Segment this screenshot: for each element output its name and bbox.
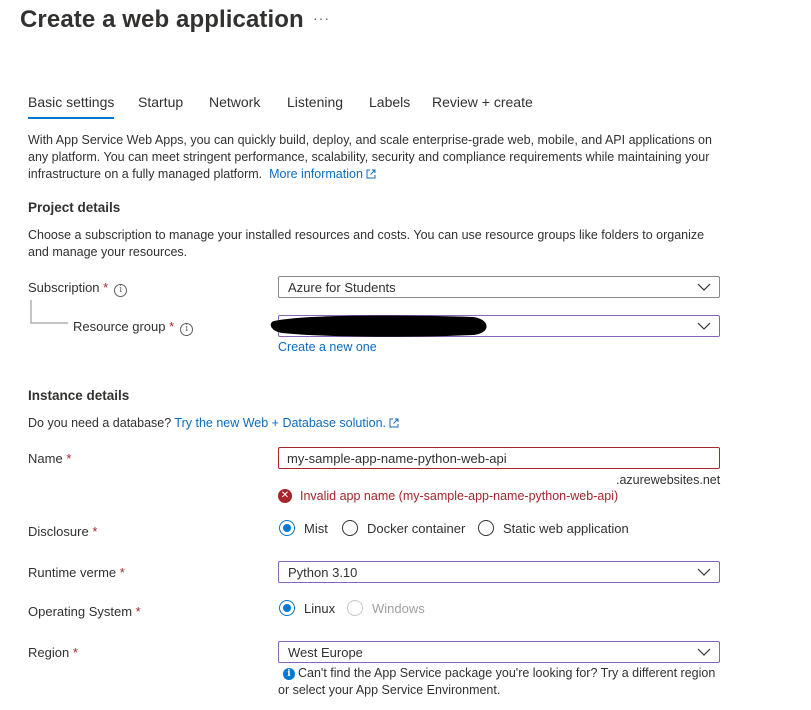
name-error-message: Invalid app name (my-sample-app-name-pyt… xyxy=(300,489,619,503)
region-label: Region * xyxy=(28,645,78,660)
resource-group-label-text: Resource group xyxy=(73,319,166,334)
required-mark: * xyxy=(72,645,78,660)
region-value: West Europe xyxy=(288,645,363,660)
app-name-input[interactable] xyxy=(287,450,707,466)
disclosure-option-label: Mist xyxy=(304,521,328,536)
runtime-label: Runtime verme * xyxy=(28,565,125,580)
os-radio-windows xyxy=(347,600,363,616)
region-note: Can't find the App Service package you'r… xyxy=(278,666,716,697)
runtime-label-text: Runtime verme xyxy=(28,565,117,580)
instance-details-heading: Instance details xyxy=(28,388,130,403)
runtime-value: Python 3.10 xyxy=(288,565,358,580)
chevron-down-icon xyxy=(697,322,711,330)
runtime-dropdown[interactable]: Python 3.10 xyxy=(278,561,720,583)
tab-startup[interactable]: Startup xyxy=(138,93,183,111)
disclosure-radio-docker[interactable] xyxy=(342,520,358,536)
subscription-dropdown[interactable]: Azure for Students xyxy=(278,276,720,298)
disclosure-label-text: Disclosure xyxy=(28,524,89,539)
web-database-label: Try the new Web + Database solution. xyxy=(174,416,386,430)
more-information-link[interactable]: More information xyxy=(269,167,376,181)
subscription-label-text: Subscription xyxy=(28,280,100,295)
info-icon[interactable]: i xyxy=(180,323,194,336)
redaction-mark xyxy=(270,315,487,337)
tab-labels[interactable]: Labels xyxy=(369,93,410,111)
name-label-text: Name xyxy=(28,451,63,466)
required-mark: * xyxy=(103,280,109,295)
tab-listening[interactable]: Listening xyxy=(287,93,343,111)
project-details-heading: Project details xyxy=(28,200,121,215)
required-mark: * xyxy=(66,451,72,466)
region-dropdown[interactable]: West Europe xyxy=(278,641,720,663)
error-icon: ✕ xyxy=(278,489,292,503)
subscription-value: Azure for Students xyxy=(288,280,396,295)
name-label: Name * xyxy=(28,451,71,466)
os-option-label: Linux xyxy=(304,601,336,616)
more-information-label: More information xyxy=(269,167,363,181)
subscription-label: Subscription * i xyxy=(28,280,128,297)
required-mark: * xyxy=(169,319,175,334)
chevron-down-icon xyxy=(697,283,711,291)
required-mark: * xyxy=(92,524,98,539)
info-icon[interactable]: i xyxy=(114,284,128,297)
project-details-description: Choose a subscription to manage your ins… xyxy=(28,228,705,259)
disclosure-label: Disclosure * xyxy=(28,524,97,539)
more-options-button[interactable]: ··· xyxy=(313,10,330,26)
external-link-icon xyxy=(389,418,399,428)
tab-basic-settings[interactable]: Basic settings xyxy=(28,93,115,119)
os-option-label: Windows xyxy=(372,601,425,616)
tab-network[interactable]: Network xyxy=(209,93,260,111)
web-database-link[interactable]: Try the new Web + Database solution. xyxy=(174,416,399,430)
external-link-icon xyxy=(366,169,376,179)
resource-group-label: Resource group * i xyxy=(73,319,194,336)
page-title: Create a web application xyxy=(20,6,304,33)
disclosure-radio-mist[interactable] xyxy=(279,520,295,536)
operating-system-label-text: Operating System xyxy=(28,604,133,619)
region-label-text: Region xyxy=(28,645,70,660)
os-radio-linux[interactable] xyxy=(279,600,295,616)
intro-description: With App Service Web Apps, you can quick… xyxy=(28,132,728,183)
database-question: Do you need a database? Try the new Web … xyxy=(28,415,728,432)
app-name-field[interactable] xyxy=(278,447,720,469)
create-new-resource-group-link[interactable]: Create a new one xyxy=(278,340,377,354)
required-mark: * xyxy=(119,565,125,580)
required-mark: * xyxy=(135,604,141,619)
domain-suffix: .azurewebsites.net xyxy=(616,473,721,487)
tab-review-create[interactable]: Review + create xyxy=(432,93,533,111)
chevron-down-icon xyxy=(697,568,711,576)
tree-connector xyxy=(30,300,68,324)
database-question-text: Do you need a database? xyxy=(28,416,172,430)
disclosure-radio-static[interactable] xyxy=(478,520,494,536)
operating-system-label: Operating System * xyxy=(28,604,141,619)
disclosure-option-label: Static web application xyxy=(503,521,629,536)
chevron-down-icon xyxy=(697,648,711,656)
disclosure-option-label: Docker container xyxy=(367,521,466,536)
